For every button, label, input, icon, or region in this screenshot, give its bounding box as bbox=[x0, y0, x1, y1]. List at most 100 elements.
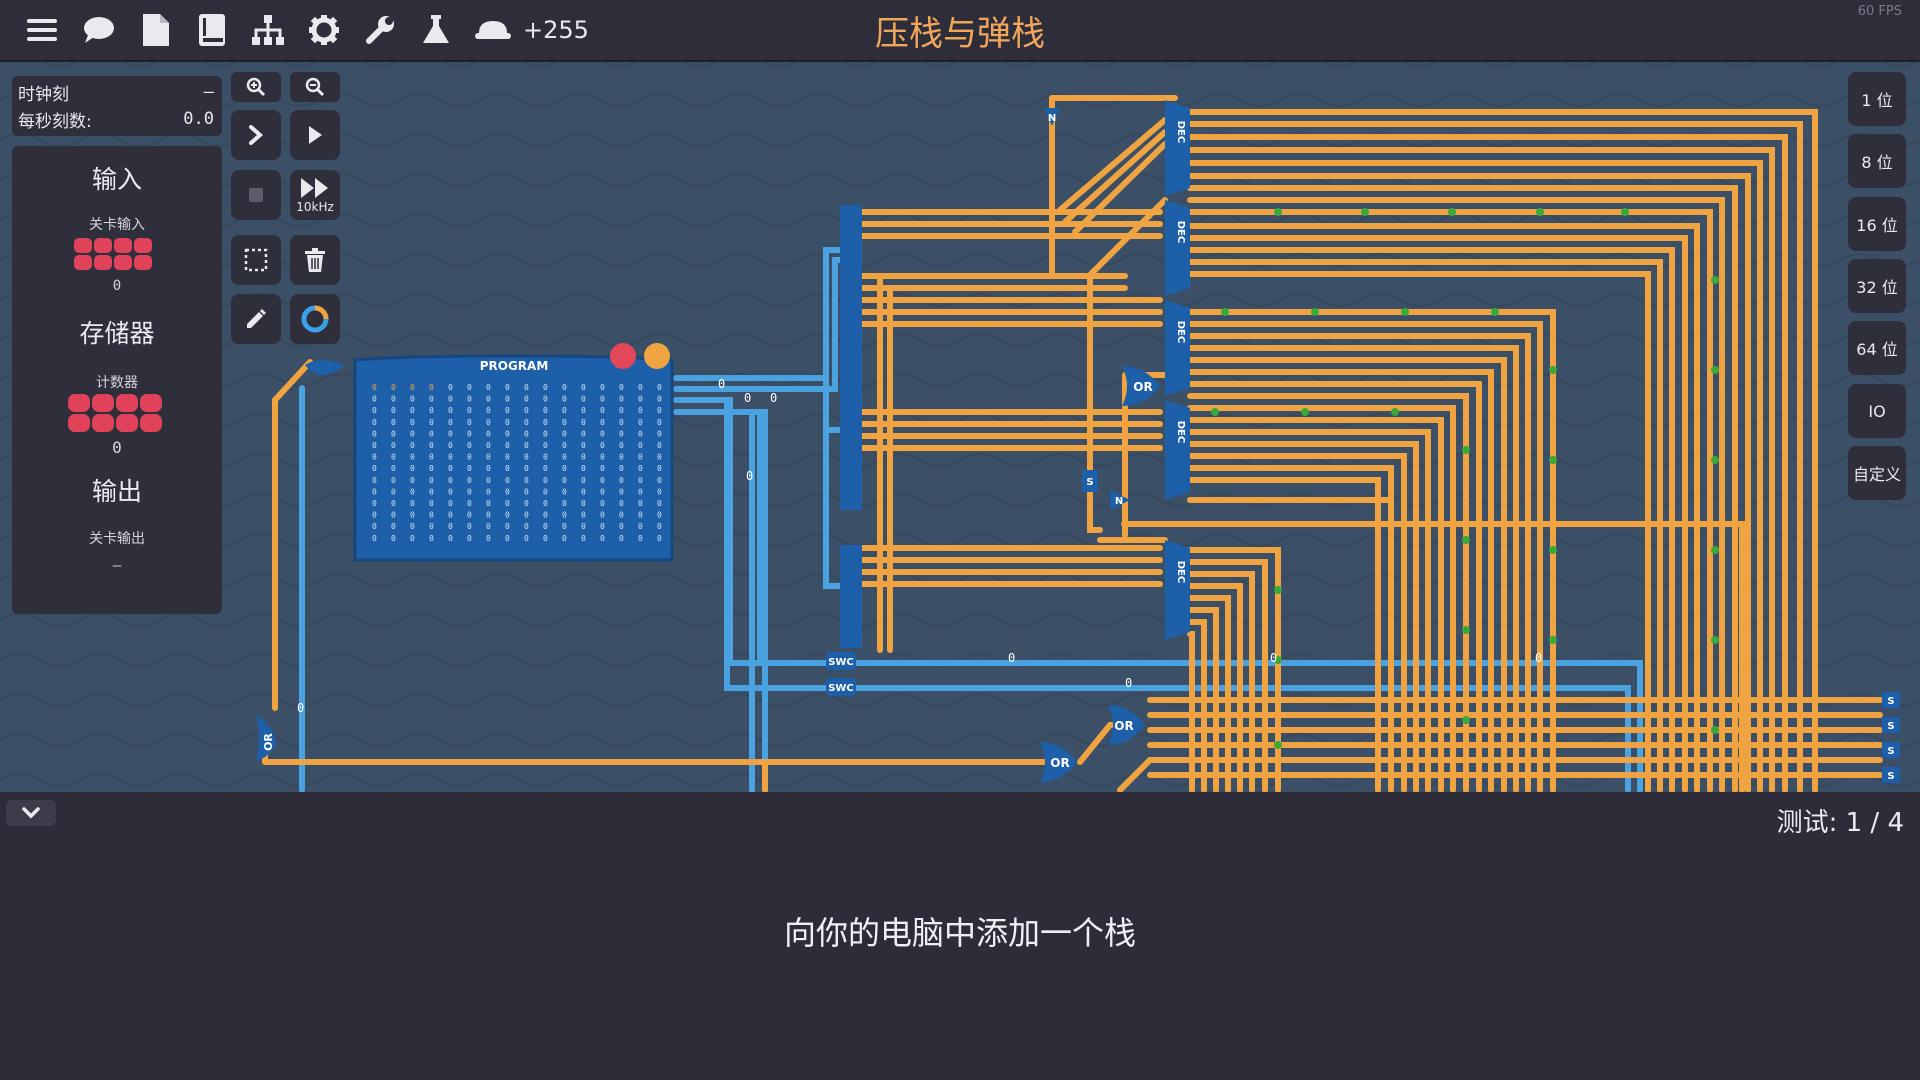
program-cell: 0 bbox=[562, 511, 567, 520]
program-cell: 0 bbox=[581, 476, 586, 485]
wire-value-label: 0 bbox=[1535, 651, 1542, 665]
svg-text:N: N bbox=[1115, 496, 1123, 507]
program-cell: 0 bbox=[657, 522, 662, 531]
program-cell: 0 bbox=[448, 534, 453, 543]
program-cell: 0 bbox=[619, 406, 624, 415]
pencil-tool-button[interactable] bbox=[231, 294, 281, 344]
stop-button[interactable] bbox=[231, 170, 281, 220]
zoom-in-button[interactable] bbox=[231, 72, 281, 102]
circuit-canvas[interactable]: PROGRAM 0 0 0 0 0 0 0 0 0 0 0 0 0 0 0 0 0 0 0 0 0 0 0 0 0 0 0 0 0 0 0 0… bbox=[0, 62, 1920, 792]
address-blocks bbox=[840, 205, 862, 648]
program-cell: 0 bbox=[543, 429, 548, 438]
program-cell: 0 bbox=[429, 499, 434, 508]
bit-button-64[interactable]: 64 位 bbox=[1848, 321, 1906, 375]
program-cell: 0 bbox=[638, 511, 643, 520]
program-cell: 0 bbox=[600, 429, 605, 438]
svg-text:S: S bbox=[1086, 477, 1093, 488]
decoder-label: DEC bbox=[1175, 221, 1186, 243]
bit-button-8[interactable]: 8 位 bbox=[1848, 134, 1906, 188]
program-cell: 0 bbox=[467, 395, 472, 404]
program-cell: 0 bbox=[524, 429, 529, 438]
program-cell: 0 bbox=[581, 453, 586, 462]
program-cell: 0 bbox=[638, 534, 643, 543]
program-cell: 0 bbox=[600, 406, 605, 415]
svg-text:S: S bbox=[1887, 771, 1894, 782]
program-cell: 0 bbox=[486, 406, 491, 415]
program-cell: 0 bbox=[467, 487, 472, 496]
program-cell: 0 bbox=[372, 476, 377, 485]
program-cell: 0 bbox=[372, 453, 377, 462]
program-cell: 0 bbox=[543, 383, 548, 392]
bit-button-32[interactable]: 32 位 bbox=[1848, 259, 1906, 313]
program-cell: 0 bbox=[600, 499, 605, 508]
clock-rate-value: 0.0 bbox=[183, 109, 214, 129]
program-cell: 0 bbox=[562, 406, 567, 415]
program-cell: 0 bbox=[543, 511, 548, 520]
level-description: 向你的电脑中添加一个栈 bbox=[783, 914, 1136, 952]
program-cell: 0 bbox=[467, 441, 472, 450]
clock-panel: 时钟刻 – 每秒刻数: 0.0 bbox=[12, 76, 222, 136]
program-cell: 0 bbox=[619, 395, 624, 404]
program-cell: 0 bbox=[372, 395, 377, 404]
program-cell: 0 bbox=[486, 487, 491, 496]
program-cell: 0 bbox=[562, 522, 567, 531]
program-cell: 0 bbox=[410, 476, 415, 485]
program-cell: 0 bbox=[410, 487, 415, 496]
bit-button-io[interactable]: IO bbox=[1848, 384, 1906, 438]
program-cell: 0 bbox=[505, 534, 510, 543]
program-cell: 0 bbox=[486, 499, 491, 508]
fast-forward-button[interactable]: 10kHz bbox=[290, 170, 340, 220]
program-cell: 0 bbox=[524, 534, 529, 543]
select-tool-button[interactable] bbox=[231, 235, 281, 285]
program-cell: 0 bbox=[505, 429, 510, 438]
wire-value-label: 0 bbox=[744, 391, 751, 405]
program-cell: 0 bbox=[543, 487, 548, 496]
program-cell: 0 bbox=[619, 383, 624, 392]
play-button[interactable] bbox=[290, 110, 340, 160]
input-led-display[interactable] bbox=[74, 238, 152, 270]
program-cell: 0 bbox=[391, 441, 396, 450]
counter-led-display[interactable] bbox=[68, 394, 162, 432]
program-cell: 0 bbox=[505, 441, 510, 450]
program-cell: 0 bbox=[524, 383, 529, 392]
program-cell: 0 bbox=[486, 511, 491, 520]
color-picker-button[interactable] bbox=[290, 294, 340, 344]
program-cell: 0 bbox=[562, 476, 567, 485]
program-cell: 0 bbox=[372, 441, 377, 450]
bit-button-16[interactable]: 16 位 bbox=[1848, 197, 1906, 251]
delete-button[interactable] bbox=[290, 235, 340, 285]
output-heading: 输出 bbox=[91, 477, 142, 506]
step-button[interactable] bbox=[231, 110, 281, 160]
output-value: – bbox=[112, 558, 122, 574]
program-delete-icon[interactable] bbox=[610, 343, 636, 369]
wire-value-label: 0 bbox=[1008, 651, 1015, 665]
program-cell: 0 bbox=[429, 395, 434, 404]
circuit-diagram[interactable]: PROGRAM 0 0 0 0 0 0 0 0 0 0 0 0 0 0 0 0 0 0 0 0 0 0 0 0 0 0 0 0 0 0 0 0… bbox=[0, 62, 1920, 792]
program-cell: 0 bbox=[391, 522, 396, 531]
program-cell: 0 bbox=[543, 418, 548, 427]
input-heading: 输入 bbox=[91, 165, 142, 194]
bottom-panel: 测试: 1 / 4 向你的电脑中添加一个栈 bbox=[0, 792, 1920, 1080]
program-cell: 0 bbox=[657, 476, 662, 485]
program-cell: 0 bbox=[429, 429, 434, 438]
program-cell: 0 bbox=[486, 476, 491, 485]
zoom-out-button[interactable] bbox=[290, 72, 340, 102]
program-edit-icon[interactable] bbox=[644, 343, 670, 369]
collapse-button[interactable] bbox=[6, 800, 56, 826]
program-cell: 0 bbox=[429, 522, 434, 531]
program-cell: 0 bbox=[581, 418, 586, 427]
program-cell: 0 bbox=[505, 522, 510, 531]
program-cell: 0 bbox=[448, 511, 453, 520]
program-cell: 0 bbox=[372, 383, 377, 392]
program-cell: 0 bbox=[486, 453, 491, 462]
program-cell: 0 bbox=[429, 511, 434, 520]
program-cell: 0 bbox=[410, 395, 415, 404]
bit-button-custom[interactable]: 自定义 bbox=[1848, 446, 1906, 500]
program-cell: 0 bbox=[600, 395, 605, 404]
program-component[interactable]: PROGRAM 0 0 0 0 0 0 0 0 0 0 0 0 0 0 0 0 0 0 0 0 0 0 0 0 0 0 0 0 0 0 0 0… bbox=[353, 354, 674, 562]
bit-button-1[interactable]: 1 位 bbox=[1848, 72, 1906, 126]
program-cell: 0 bbox=[638, 476, 643, 485]
program-cell: 0 bbox=[391, 429, 396, 438]
program-cell: 0 bbox=[505, 383, 510, 392]
program-cell: 0 bbox=[429, 487, 434, 496]
